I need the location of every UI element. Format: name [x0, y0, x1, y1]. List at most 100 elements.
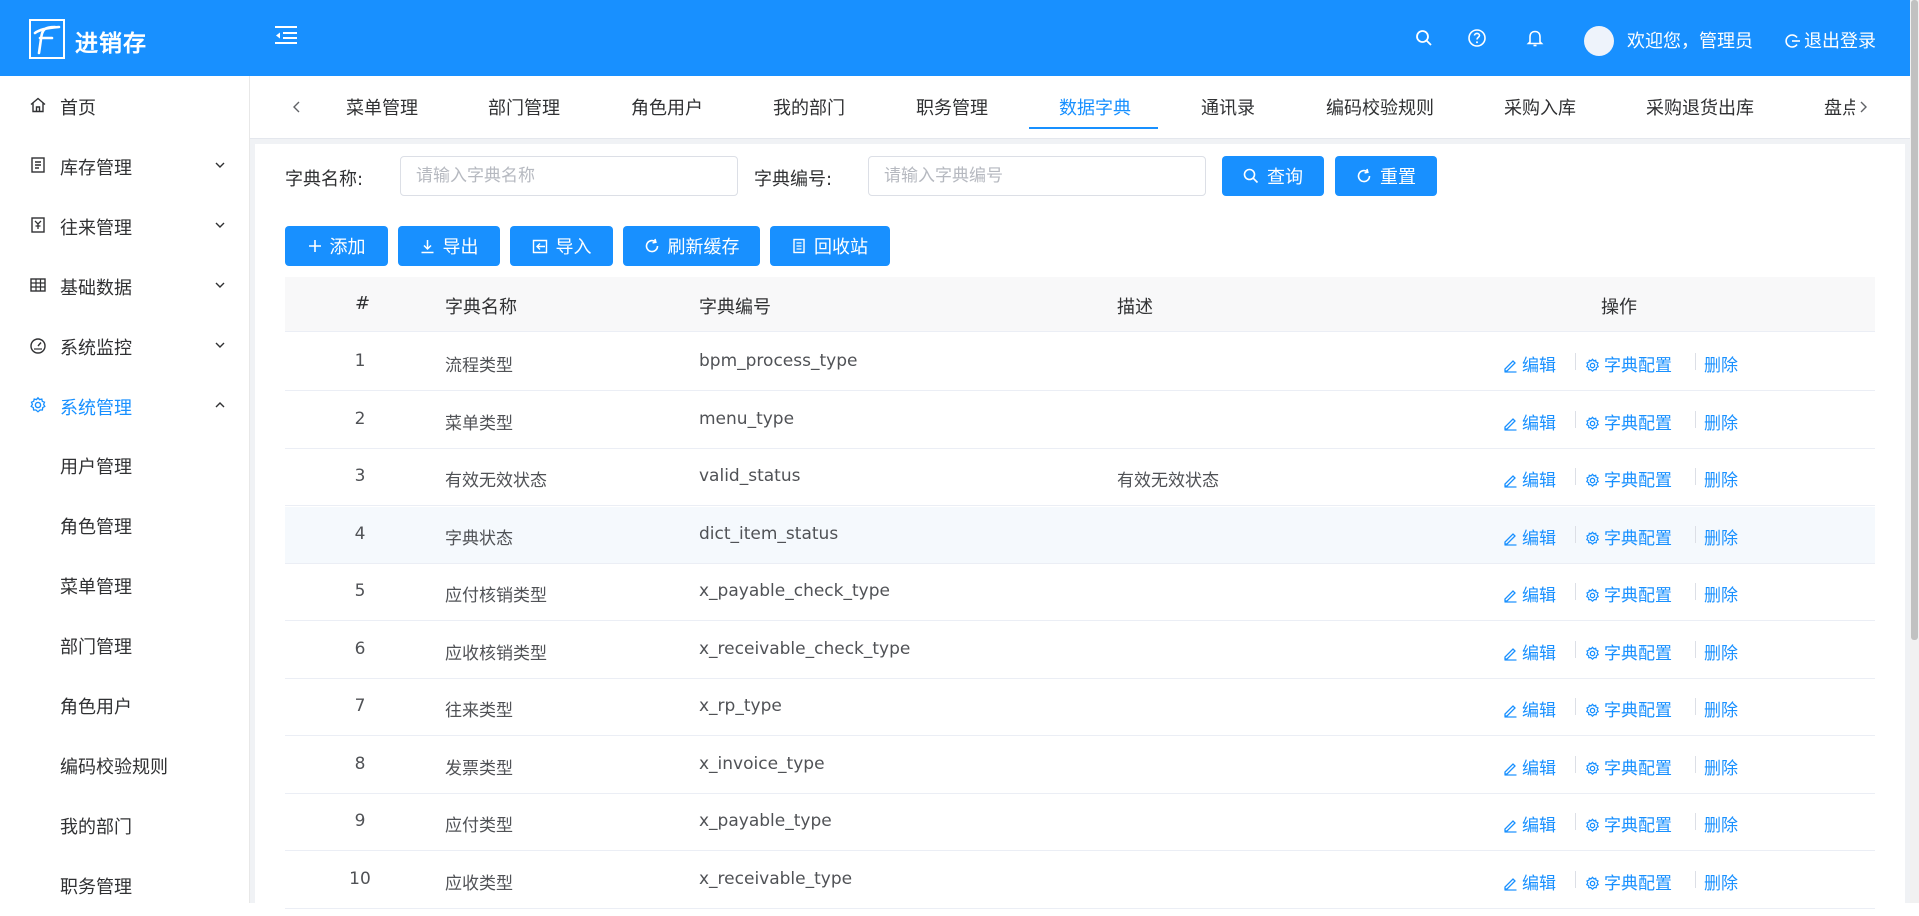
tab-stocktake[interactable]: 盘点 — [1824, 94, 1855, 120]
table-row: 7 往来类型 x_rp_type 编辑 字典配置 删除 — [285, 679, 1875, 736]
delete-link[interactable]: 删除 — [1704, 524, 1738, 549]
edit-icon — [1504, 360, 1517, 373]
edit-link[interactable]: 编辑 — [1503, 581, 1556, 606]
edit-link[interactable]: 编辑 — [1503, 696, 1556, 721]
delete-link[interactable]: 删除 — [1704, 639, 1738, 664]
tab-purchase-return[interactable]: 采购退货出库 — [1646, 94, 1754, 120]
gear-icon — [1585, 415, 1600, 430]
logout-icon — [1785, 34, 1800, 48]
edit-link[interactable]: 编辑 — [1503, 754, 1556, 779]
add-button[interactable]: 添加 — [285, 226, 388, 266]
chevron-up-icon — [215, 402, 225, 408]
delete-link[interactable]: 删除 — [1704, 811, 1738, 836]
tab-purchase-in[interactable]: 采购入库 — [1504, 94, 1576, 120]
edit-link[interactable]: 编辑 — [1503, 639, 1556, 664]
edit-label: 编辑 — [1522, 701, 1556, 721]
tab-department-management[interactable]: 部门管理 — [488, 94, 560, 120]
edit-icon — [1504, 532, 1517, 546]
edit-link[interactable]: 编辑 — [1503, 409, 1556, 434]
sidebar-subitem-roles[interactable]: 角色管理 — [0, 496, 250, 556]
logout-button[interactable]: 退出登录 — [1785, 27, 1876, 53]
action-divider — [1695, 640, 1696, 658]
dashboard-icon — [30, 338, 46, 354]
dict-config-link[interactable]: 字典配置 — [1585, 869, 1672, 894]
avatar[interactable] — [1584, 26, 1614, 56]
edit-label: 编辑 — [1522, 758, 1556, 779]
edit-link[interactable]: 编辑 — [1503, 869, 1556, 894]
sidebar-item-system[interactable]: 系统管理 — [0, 376, 250, 436]
row-index: 5 — [354, 581, 366, 601]
export-button[interactable]: 导出 — [398, 226, 500, 266]
sidebar-subitem-departments[interactable]: 部门管理 — [0, 616, 250, 676]
help-icon[interactable] — [1467, 28, 1487, 48]
tab-position-management[interactable]: 职务管理 — [916, 94, 988, 120]
reset-label: 重置 — [1380, 167, 1416, 188]
query-button[interactable]: 查询 — [1222, 156, 1324, 196]
tab-code-rules[interactable]: 编码校验规则 — [1326, 94, 1434, 120]
sidebar-item-transactions[interactable]: 往来管理 — [0, 196, 250, 256]
row-dict-name: 应收类型 — [445, 873, 513, 894]
dict-config-link[interactable]: 字典配置 — [1585, 811, 1672, 836]
dict-config-link[interactable]: 字典配置 — [1585, 409, 1672, 434]
home-icon — [30, 97, 46, 113]
edit-link[interactable]: 编辑 — [1503, 811, 1556, 836]
tab-my-department[interactable]: 我的部门 — [773, 94, 845, 120]
sidebar-item-home[interactable]: 首页 — [0, 76, 250, 136]
edit-icon — [1504, 647, 1517, 661]
transaction-icon — [31, 217, 45, 233]
sidebar-item-label: 基础数据 — [60, 278, 132, 299]
recycle-bin-button[interactable]: 回收站 — [770, 226, 890, 266]
tab-contacts[interactable]: 通讯录 — [1201, 94, 1255, 120]
edit-link[interactable]: 编辑 — [1503, 524, 1556, 549]
table-row: 10 应收类型 x_receivable_type 编辑 字典配置 删除 — [285, 851, 1875, 909]
dict-name-input[interactable] — [400, 156, 738, 196]
row-dict-name: 应付类型 — [445, 816, 513, 836]
delete-link[interactable]: 删除 — [1704, 696, 1738, 721]
action-divider — [1575, 870, 1576, 888]
dict-config-link[interactable]: 字典配置 — [1585, 581, 1672, 606]
reset-button[interactable]: 重置 — [1335, 156, 1437, 196]
action-divider — [1695, 813, 1696, 830]
delete-link[interactable]: 删除 — [1704, 466, 1738, 491]
sidebar-subitem-my-department[interactable]: 我的部门 — [0, 796, 250, 856]
sidebar-subitem-label: 菜单管理 — [60, 577, 132, 598]
menu-collapse-icon[interactable] — [273, 24, 299, 46]
sidebar-subitem-menus[interactable]: 菜单管理 — [0, 556, 250, 616]
tab-data-dictionary[interactable]: 数据字典 — [1059, 94, 1131, 120]
delete-link[interactable]: 删除 — [1704, 409, 1738, 434]
delete-link[interactable]: 删除 — [1704, 869, 1738, 894]
edit-label: 编辑 — [1522, 471, 1556, 491]
action-divider — [1695, 583, 1696, 600]
sidebar-item-inventory[interactable]: 库存管理 — [0, 136, 250, 196]
sidebar-item-monitor[interactable]: 系统监控 — [0, 316, 250, 376]
sidebar-subitem-users[interactable]: 用户管理 — [0, 436, 250, 496]
edit-link[interactable]: 编辑 — [1503, 351, 1556, 376]
tab-menu-management[interactable]: 菜单管理 — [346, 94, 418, 120]
sidebar-subitem-code-rules[interactable]: 编码校验规则 — [0, 736, 250, 796]
delete-link[interactable]: 删除 — [1704, 351, 1738, 376]
dict-config-link[interactable]: 字典配置 — [1585, 754, 1672, 779]
search-icon[interactable] — [1414, 28, 1434, 48]
dict-config-link[interactable]: 字典配置 — [1585, 466, 1672, 491]
page-scrollbar-thumb[interactable] — [1911, 0, 1918, 640]
bell-icon[interactable] — [1525, 28, 1545, 48]
dict-code-input[interactable] — [868, 156, 1206, 196]
sidebar-subitem-positions[interactable]: 职务管理 — [0, 856, 250, 916]
tab-role-users[interactable]: 角色用户 — [631, 94, 703, 120]
dict-config-link[interactable]: 字典配置 — [1585, 524, 1672, 549]
edit-link[interactable]: 编辑 — [1503, 466, 1556, 491]
sidebar-item-label: 首页 — [60, 98, 96, 119]
dict-config-link[interactable]: 字典配置 — [1585, 696, 1672, 721]
delete-link[interactable]: 删除 — [1704, 754, 1738, 779]
delete-link[interactable]: 删除 — [1704, 581, 1738, 606]
edit-label: 编辑 — [1522, 413, 1556, 434]
refresh-cache-button[interactable]: 刷新缓存 — [623, 226, 760, 266]
tab-scroll-right-icon[interactable] — [1856, 98, 1870, 116]
sidebar-item-basic-data[interactable]: 基础数据 — [0, 256, 250, 316]
import-button[interactable]: 导入 — [510, 226, 613, 266]
dict-config-link[interactable]: 字典配置 — [1585, 639, 1672, 664]
dict-config-link[interactable]: 字典配置 — [1585, 351, 1672, 376]
column-header-actions: 操作 — [1601, 297, 1637, 318]
sidebar-subitem-role-users[interactable]: 角色用户 — [0, 676, 250, 736]
chevron-down-icon — [215, 222, 225, 228]
